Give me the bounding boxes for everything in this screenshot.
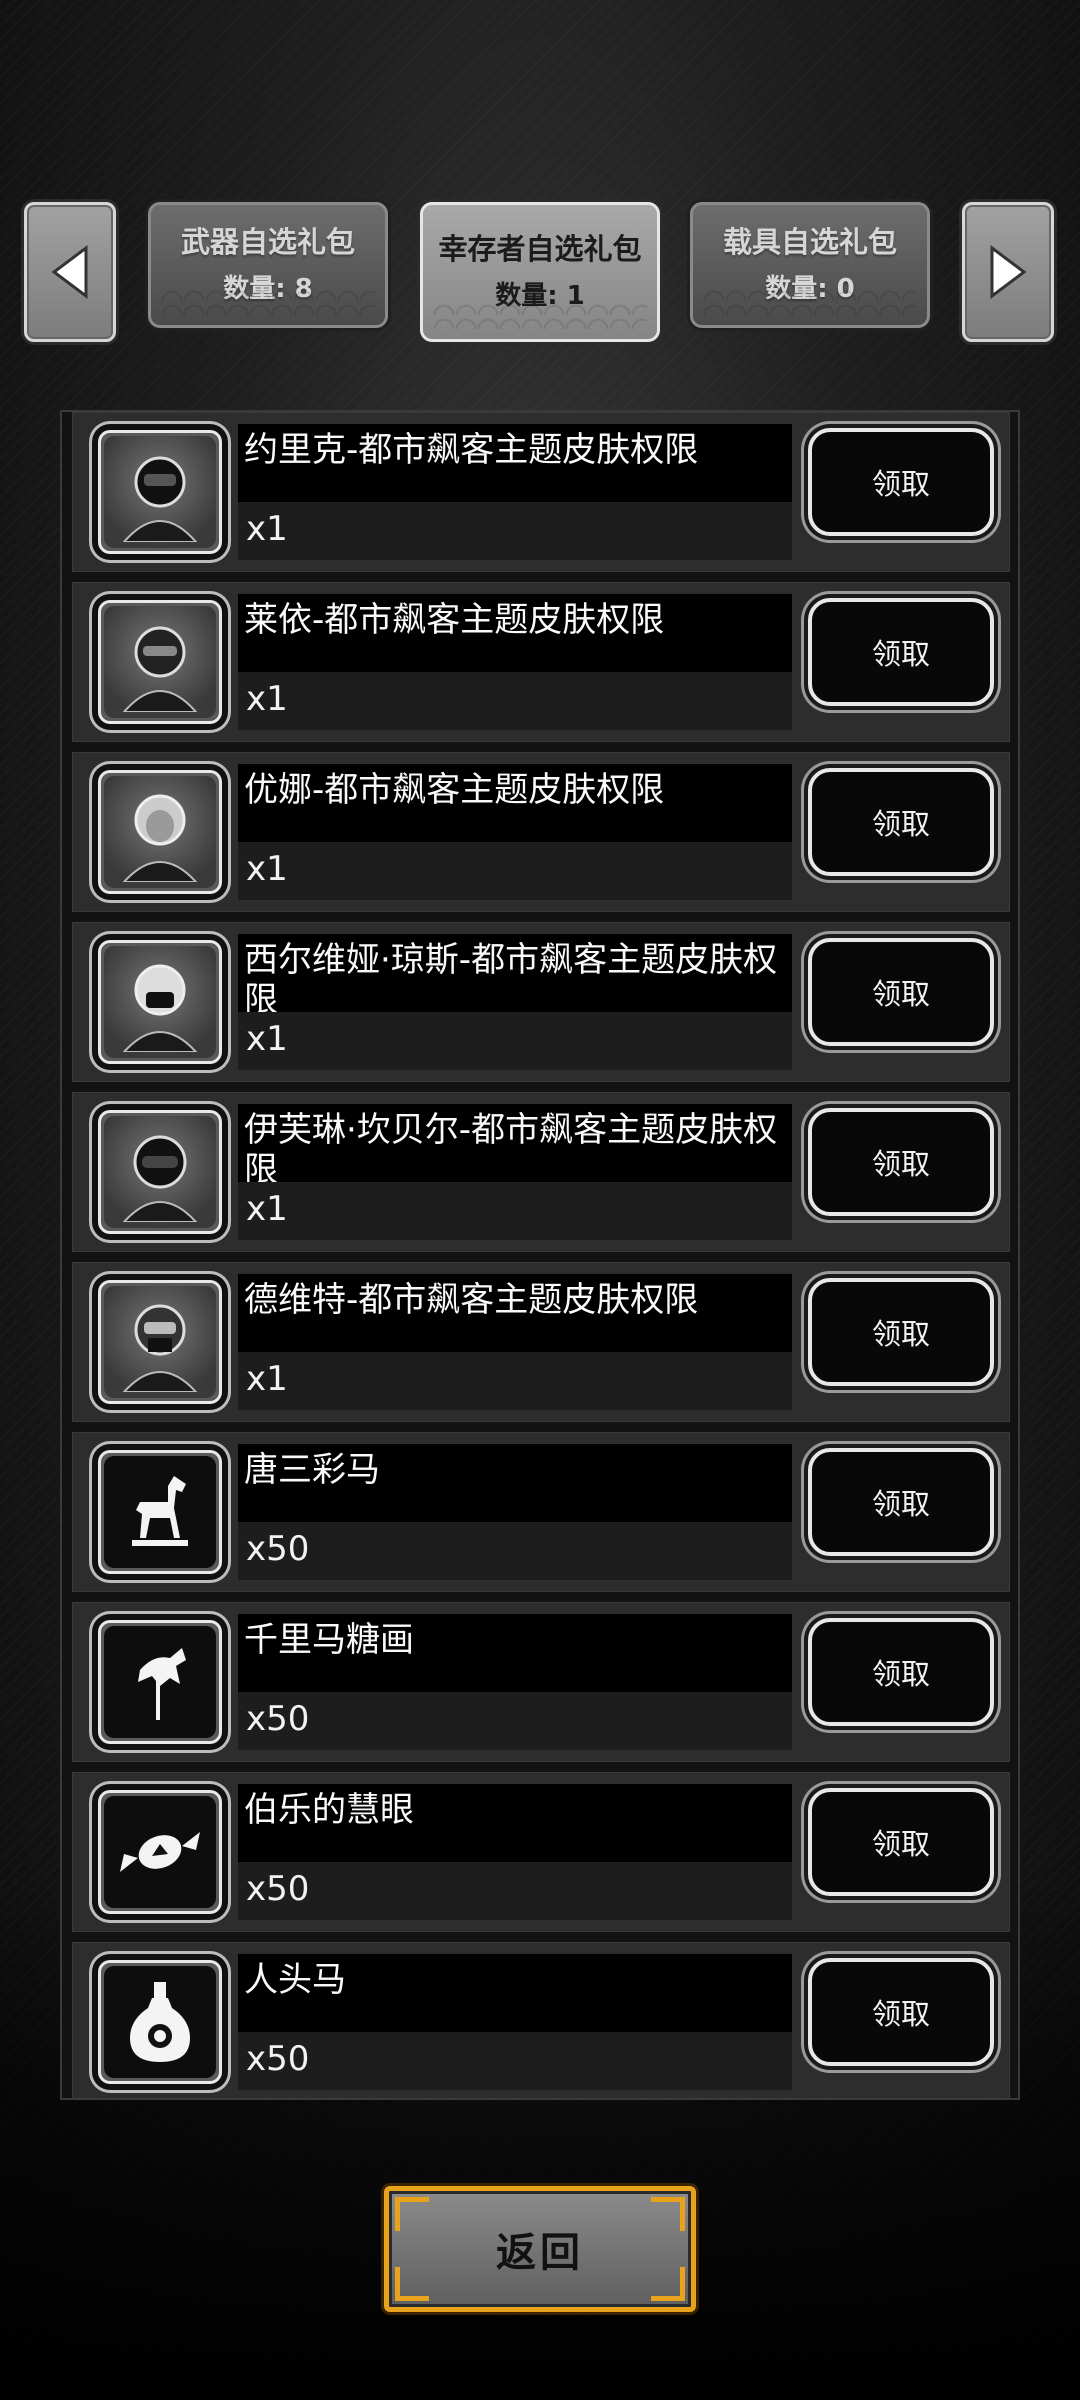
tab-weapon-pack[interactable]: 武器自选礼包 数量: 8	[148, 202, 388, 328]
item-icon-frame	[92, 764, 228, 900]
item-name: 西尔维娅·琼斯-都市飙客主题皮肤权限	[238, 934, 792, 1020]
tab-wave-pattern	[703, 287, 917, 317]
prev-tab-button[interactable]	[24, 202, 116, 342]
list-item: 莱依-都市飙客主题皮肤权限 x1 领取	[72, 582, 1010, 742]
item-name: 约里克-都市飙客主题皮肤权限	[238, 424, 792, 502]
claim-button[interactable]: 领取	[808, 768, 994, 876]
claim-button[interactable]: 领取	[808, 1958, 994, 2066]
item-quantity: x1	[238, 502, 792, 560]
claim-button[interactable]: 领取	[808, 1618, 994, 1726]
claim-button[interactable]: 领取	[808, 1448, 994, 1556]
tab-wave-pattern	[161, 287, 375, 317]
next-tab-button[interactable]	[962, 202, 1054, 342]
claim-button[interactable]: 领取	[808, 1788, 994, 1896]
tab-survivor-pack[interactable]: 幸存者自选礼包 数量: 1	[420, 202, 660, 342]
item-quantity: x1	[238, 1012, 792, 1070]
item-name: 伊芙琳·坎贝尔-都市飙客主题皮肤权限	[238, 1104, 792, 1190]
claim-button[interactable]: 领取	[808, 1108, 994, 1216]
helmet-portrait-icon	[104, 1116, 216, 1228]
item-name: 千里马糖画	[238, 1614, 792, 1692]
item-icon-frame	[92, 934, 228, 1070]
claim-button[interactable]: 领取	[808, 938, 994, 1046]
tab-title: 武器自选礼包	[180, 225, 355, 259]
helmet-portrait-icon	[104, 776, 216, 888]
list-item: 千里马糖画 x50 领取	[72, 1602, 1010, 1762]
tab-title: 载具自选礼包	[722, 225, 897, 259]
item-quantity: x1	[238, 1352, 792, 1410]
tab-vehicle-pack[interactable]: 载具自选礼包 数量: 0	[690, 202, 930, 328]
list-item: 人头马 x50 领取	[72, 1942, 1010, 2098]
list-item: 优娜-都市飙客主题皮肤权限 x1 领取	[72, 752, 1010, 912]
list-item: 德维特-都市飙客主题皮肤权限 x1 领取	[72, 1262, 1010, 1422]
claim-button[interactable]: 领取	[808, 1278, 994, 1386]
helmet-portrait-icon	[104, 946, 216, 1058]
item-quantity: x50	[238, 1522, 792, 1580]
item-icon-frame	[92, 1104, 228, 1240]
item-name: 伯乐的慧眼	[238, 1784, 792, 1862]
item-quantity: x1	[238, 672, 792, 730]
item-quantity: x1	[238, 1182, 792, 1240]
candy-icon	[104, 1796, 216, 1908]
item-quantity: x50	[238, 2032, 792, 2090]
item-name: 唐三彩马	[238, 1444, 792, 1522]
ornament-corner	[651, 2197, 685, 2231]
reward-list[interactable]: 约里克-都市飙客主题皮肤权限 x1 领取 莱依-都市飙客主题皮肤权限 x1 领取…	[60, 410, 1020, 2100]
list-item: 伯乐的慧眼 x50 领取	[72, 1772, 1010, 1932]
return-label: 返回	[496, 2230, 584, 2276]
tab-wave-pattern	[433, 301, 647, 331]
item-icon-frame	[92, 594, 228, 730]
ornament-corner	[395, 2267, 429, 2301]
list-item: 唐三彩马 x50 领取	[72, 1432, 1010, 1592]
item-name: 优娜-都市飙客主题皮肤权限	[238, 764, 792, 842]
helmet-portrait-icon	[104, 436, 216, 548]
claim-button[interactable]: 领取	[808, 598, 994, 706]
ornament-corner	[395, 2197, 429, 2231]
item-icon-frame	[92, 1614, 228, 1750]
item-icon-frame	[92, 424, 228, 560]
horse-statue-icon	[104, 1456, 216, 1568]
bottle-icon	[104, 1966, 216, 2078]
ornament-corner	[651, 2267, 685, 2301]
item-quantity: x50	[238, 1692, 792, 1750]
triangle-right-icon	[990, 245, 1027, 299]
item-icon-frame	[92, 1274, 228, 1410]
list-item: 约里克-都市飙客主题皮肤权限 x1 领取	[72, 412, 1010, 572]
sugar-horse-icon	[104, 1626, 216, 1738]
tab-title: 幸存者自选礼包	[438, 232, 642, 266]
item-icon-frame	[92, 1954, 228, 2090]
item-name: 人头马	[238, 1954, 792, 2032]
item-icon-frame	[92, 1784, 228, 1920]
claim-button[interactable]: 领取	[808, 428, 994, 536]
triangle-left-icon	[51, 245, 88, 299]
helmet-portrait-icon	[104, 1286, 216, 1398]
item-icon-frame	[92, 1444, 228, 1580]
item-quantity: x50	[238, 1862, 792, 1920]
list-item: 伊芙琳·坎贝尔-都市飙客主题皮肤权限 x1 领取	[72, 1092, 1010, 1252]
item-quantity: x1	[238, 842, 792, 900]
item-name: 德维特-都市飙客主题皮肤权限	[238, 1274, 792, 1352]
item-name: 莱依-都市飙客主题皮肤权限	[238, 594, 792, 672]
helmet-portrait-icon	[104, 606, 216, 718]
return-button[interactable]: 返回	[384, 2186, 696, 2312]
list-item: 西尔维娅·琼斯-都市飙客主题皮肤权限 x1 领取	[72, 922, 1010, 1082]
